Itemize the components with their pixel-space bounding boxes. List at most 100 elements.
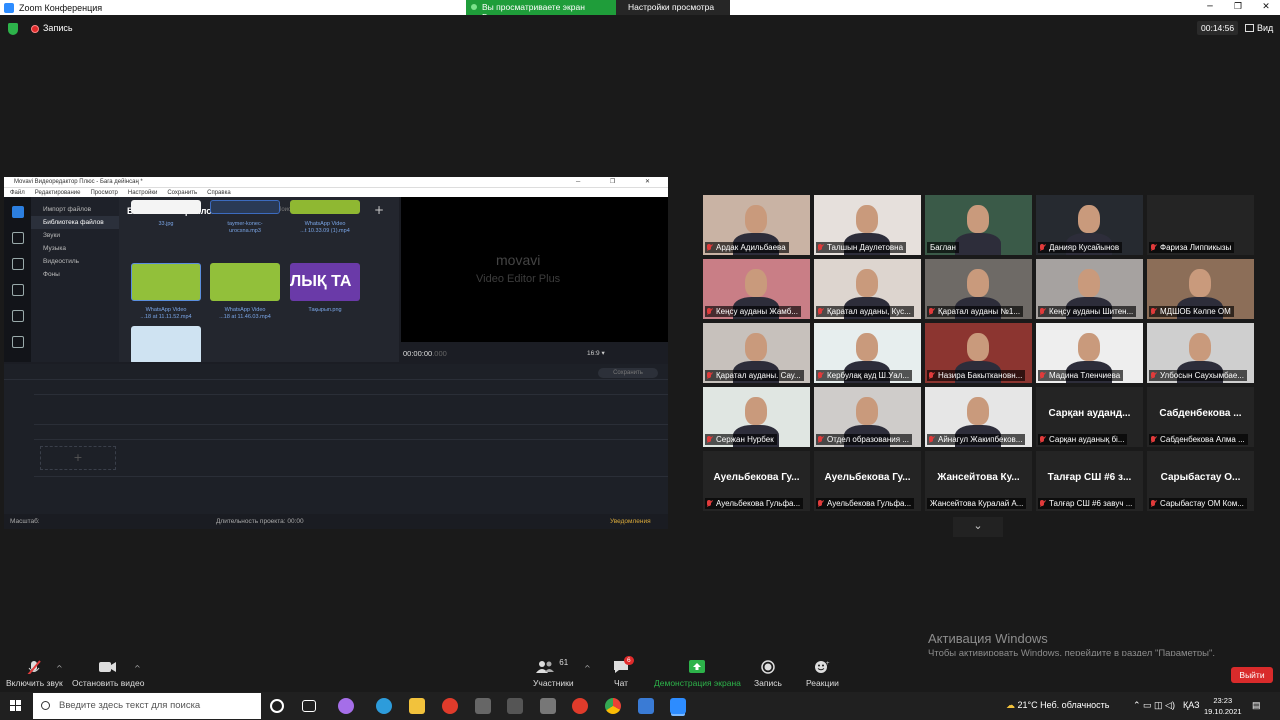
record-icon [761,660,775,674]
cortana-icon[interactable] [270,699,284,713]
windows-start-icon[interactable] [10,700,22,712]
participant-tile[interactable]: Ауельбекова Гу... Ауельбекова Гульфа... [814,451,921,511]
share-screen-button[interactable]: Демонстрация экрана [654,660,741,688]
reactions-button[interactable]: + Реакции [806,660,839,688]
participant-name: Сарқан ауданд... [1048,408,1131,419]
participant-tile[interactable]: Отдел образования ... [814,387,921,447]
timeline-track [34,424,668,425]
taskbar-search-placeholder: Введите здесь текст для поиска [59,700,201,711]
minimize-icon[interactable]: ─ [1196,0,1224,15]
tray-icons[interactable]: ⌃ ▭ ◫ ◁) [1133,700,1175,711]
muted-mic-icon [1150,372,1156,380]
window-title: Zoom Конференция [19,2,103,13]
movavi-logo-subtitle: Video Editor Plus [476,273,561,285]
participant-tile[interactable]: Ардак Адильбаева [703,195,810,255]
next-page-button[interactable]: ⌄ [953,517,1003,537]
participant-tile[interactable]: Сержан Нурбек [703,387,810,447]
participant-tile[interactable]: Сарыбастау О... Сарыбастау ОМ Ком... [1147,451,1254,511]
chrome-icon[interactable] [605,698,621,714]
yandex-icon[interactable] [442,698,458,714]
game-app-icon[interactable] [475,698,491,714]
language-indicator[interactable]: ҚАЗ [1183,700,1200,710]
weather-widget[interactable]: ☁ 21°C Неб. облачность [1006,700,1109,711]
view-options-button[interactable]: Настройки просмотра ⌄ [616,0,730,22]
recording-label[interactable]: Запись [43,23,73,33]
shared-save-button: Сохранить [598,368,658,378]
participant-tile[interactable]: Кербулақ ауд Ш.Уал... [814,323,921,383]
timeline-track [34,439,668,440]
taskbar-search-input[interactable]: Введите здесь текст для поиска [33,693,261,719]
movavi-taskbar-icon[interactable] [638,698,654,714]
titles-icon [11,284,24,296]
leave-button[interactable]: Выйти [1231,667,1273,683]
participant-tile[interactable]: Талғар СШ #6 з... Талғар СШ #6 завуч ... [1036,451,1143,511]
close-icon[interactable]: ✕ [1252,0,1280,15]
participant-tile[interactable]: Мадина Тленчиева [1036,323,1143,383]
participant-label: Улбосын Саухымбае... [1149,370,1247,381]
participant-tile[interactable]: Айнагул Жакипбеков... [925,387,1032,447]
participant-label: Сабденбекова Алма ... [1149,434,1248,445]
video-options-icon[interactable]: ^ [134,664,141,673]
edge-icon[interactable] [376,698,392,714]
muted-mic-icon [817,308,823,316]
maximize-icon[interactable]: ❐ [1224,0,1252,15]
participant-tile[interactable]: Талшын Даулетовна [814,195,921,255]
unmute-button[interactable]: Включить звук [6,660,63,688]
shared-app-timeline: Сохранить + [4,364,668,514]
shared-app-title-bar: Movavi Видеоредактор Плюс - Бага дейінса… [4,177,668,187]
record-button[interactable]: Запись [754,660,782,688]
participant-tile[interactable]: Назира Бакыткановн... [925,323,1032,383]
notification-center-icon[interactable]: ▤ [1252,700,1261,711]
participant-tile[interactable]: Данияр Кусайынов [1036,195,1143,255]
participant-tile[interactable]: Кеңсу ауданы Жамб... [703,259,810,319]
participant-label: Қаратал ауданы №1... [927,306,1024,317]
yandex-browser-icon[interactable] [572,698,588,714]
participant-tile[interactable]: Сарқан ауданд... Сарқан ауданық бі... [1036,387,1143,447]
muted-mic-icon [706,436,712,444]
shared-menu-item: Сохранить [167,190,198,196]
weather-sun-icon: ☁ [1006,700,1015,710]
participants-button[interactable]: 61 Участники [533,658,574,688]
participant-name: Сарыбастау О... [1160,472,1241,483]
participant-tile[interactable]: Улбосын Саухымбае... [1147,323,1254,383]
svg-text:+: + [826,661,830,667]
participant-tile[interactable]: Ауельбекова Гу... Ауельбекова Гульфа... [703,451,810,511]
participant-label: Отдел образования ... [816,434,912,445]
participant-label: Баглан [927,242,959,253]
participant-tile[interactable]: Қаратал ауданы. Сау... [703,323,810,383]
chat-button[interactable]: 6 Чат [613,656,634,688]
participant-tile[interactable]: Баглан [925,195,1032,255]
taskbar-clock[interactable]: 23:23 19.10.2021 [1204,695,1242,717]
share-banner: Вы просматриваете экран Баглан Настройки… [466,0,730,22]
muted-mic-icon [1039,308,1045,316]
share-screen-icon [689,660,706,673]
participant-tile[interactable]: Кеңсу ауданы Шитен... [1036,259,1143,319]
participant-tile[interactable]: Қаратал ауданы №1... [925,259,1032,319]
task-view-icon[interactable] [302,700,316,712]
shared-category-item: Звуки [43,232,60,239]
audio-options-icon[interactable]: ^ [56,664,63,673]
purple-app-icon[interactable] [338,698,354,714]
participant-tile[interactable]: МДШОБ Кәлпе ОМ [1147,259,1254,319]
participants-options-icon[interactable]: ^ [584,664,591,673]
clock-time: 23:23 [1213,696,1233,705]
participant-label: Қаратал ауданы, Кус... [816,306,914,317]
participant-label: Кербулақ ауд Ш.Уал... [816,370,913,381]
muted-mic-icon [1150,500,1156,508]
security-shield-icon[interactable] [8,23,18,35]
participant-tile[interactable]: Сабденбекова ... Сабденбекова Алма ... [1147,387,1254,447]
viewing-screen-label: Вы просматриваете экран Баглан [466,0,616,22]
shared-menu-item: Справка [207,190,231,196]
zoom-taskbar-icon[interactable] [670,698,686,714]
game-app-2-icon[interactable] [507,698,523,714]
meeting-top-bar: Запись 00:14:56 Вид [0,15,1280,43]
game-app-3-icon[interactable] [540,698,556,714]
participant-tile[interactable]: Қаратал ауданы, Кус... [814,259,921,319]
participant-tile[interactable]: Фариза Липпикызы [1147,195,1254,255]
file-explorer-icon[interactable] [409,698,425,714]
shared-category-item: Видеостиль [43,258,80,265]
view-button[interactable]: Вид [1245,23,1273,33]
shared-category-item: Библиотека файлов [31,216,119,229]
participant-tile[interactable]: Жансейтова Ку... Жансейтова Куралай А... [925,451,1032,511]
file-thumb [131,326,201,362]
